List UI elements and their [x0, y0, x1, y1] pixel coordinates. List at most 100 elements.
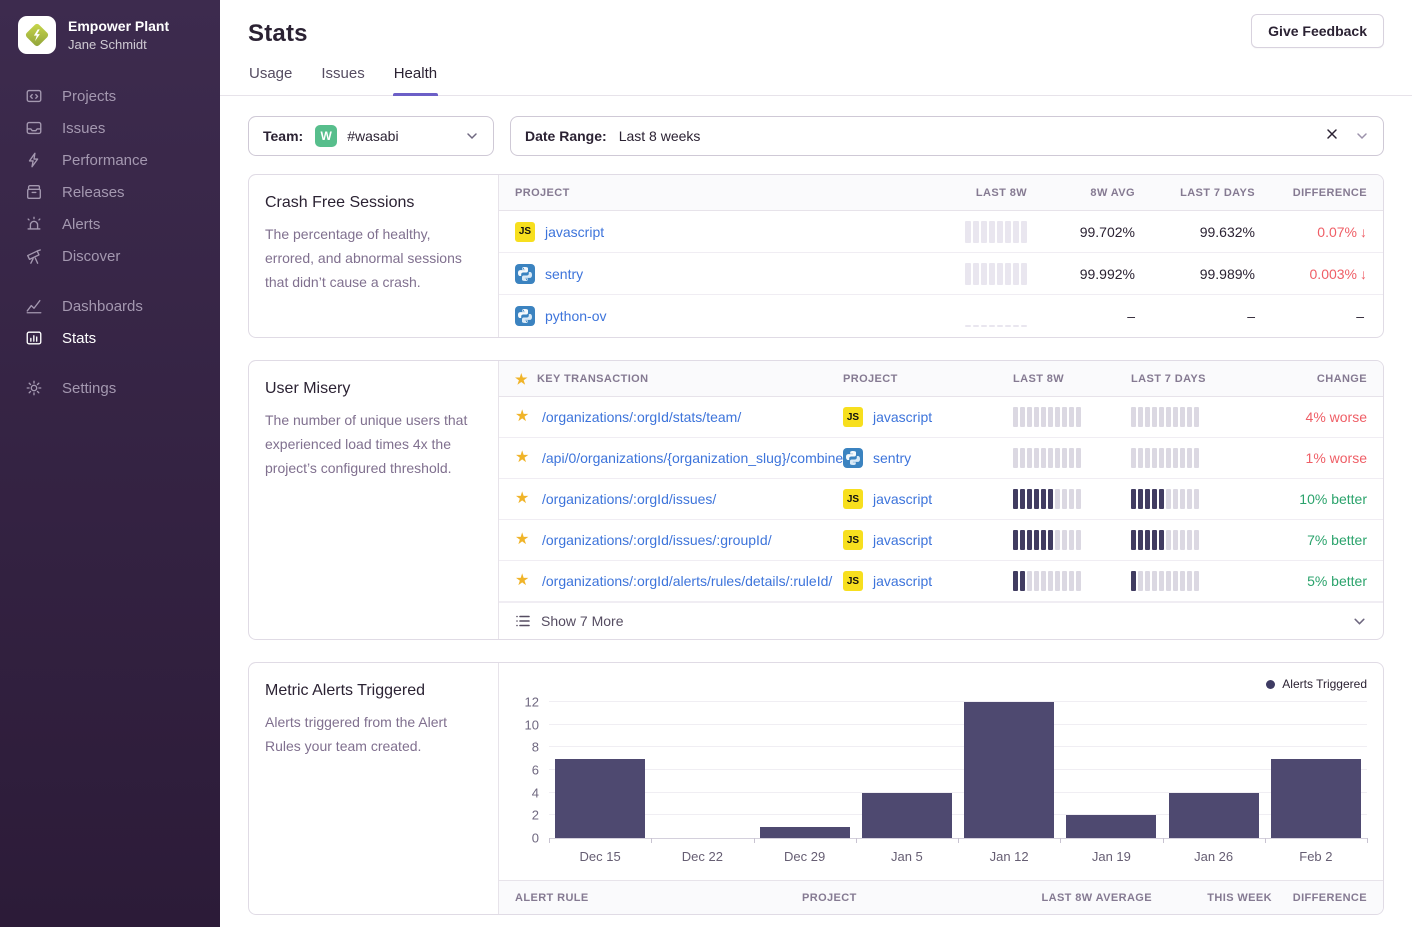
sidebar-item-releases[interactable]: Releases	[0, 176, 220, 208]
down-arrow-icon: ↓	[1360, 224, 1367, 240]
python-icon	[515, 306, 535, 326]
chart-bar[interactable]	[964, 702, 1054, 838]
sidebar-item-stats[interactable]: Stats	[0, 322, 220, 354]
key-transaction-star-icon[interactable]: ★	[515, 409, 529, 425]
key-transaction-star-icon[interactable]: ★	[515, 532, 529, 548]
key-transaction-star-icon[interactable]: ★	[515, 573, 529, 589]
chevron-down-icon	[1355, 129, 1369, 143]
misery-score-bar	[1131, 571, 1261, 591]
chart-bar[interactable]	[1066, 815, 1156, 838]
avg-8w-value: 99.702%	[1027, 224, 1135, 240]
project-link[interactable]: javascript	[545, 224, 604, 240]
javascript-icon: JS	[515, 222, 535, 242]
alert-rules-table-header: ALERT RULE PROJECT LAST 8W AVERAGE THIS …	[499, 880, 1383, 914]
tab-health[interactable]: Health	[393, 65, 438, 95]
project-link[interactable]: python-ov	[545, 308, 606, 324]
releases-icon	[25, 183, 43, 201]
chart-bar[interactable]	[1169, 793, 1259, 838]
list-icon	[515, 613, 531, 629]
column-header-project: PROJECT	[802, 892, 1002, 904]
table-row[interactable]: ★ /organizations/:orgId/issues/:groupId/…	[499, 520, 1383, 561]
project-link[interactable]: javascript	[873, 409, 932, 425]
project-link[interactable]: sentry	[545, 266, 583, 282]
tab-usage[interactable]: Usage	[248, 65, 293, 95]
table-row[interactable]: JS sentry 99.992% 99.989% 0.003%↓	[499, 253, 1383, 295]
key-transaction-star-icon[interactable]: ★	[515, 450, 529, 466]
last-7d-value: 99.989%	[1135, 266, 1255, 282]
table-row[interactable]: ★ /organizations/:orgId/issues/ JS javas…	[499, 479, 1383, 520]
project-link[interactable]: javascript	[873, 491, 932, 507]
chart-legend[interactable]: Alerts Triggered	[1266, 677, 1367, 691]
transaction-link[interactable]: /organizations/:orgId/stats/team/	[542, 409, 741, 425]
legend-label: Alerts Triggered	[1282, 677, 1367, 691]
difference-value: –	[1255, 308, 1367, 324]
sidebar-item-label: Issues	[62, 120, 105, 137]
chevron-down-icon	[1352, 614, 1367, 629]
chart-x-axis-label: Dec 29	[754, 849, 856, 864]
chart-bar[interactable]	[555, 759, 645, 838]
sidebar-item-label: Releases	[62, 184, 125, 201]
chart-bar[interactable]	[862, 793, 952, 838]
table-row[interactable]: JS python-ov – – –	[499, 295, 1383, 337]
project-link[interactable]: javascript	[873, 532, 932, 548]
sidebar-item-discover[interactable]: Discover	[0, 240, 220, 272]
chart-gridline	[549, 701, 1367, 702]
misery-score-bar	[1013, 571, 1131, 591]
sidebar-nav: Projects Issues Performance Releases Ale…	[0, 80, 220, 404]
misery-score-bar	[1013, 530, 1131, 550]
chart-plot-area: 024681012	[549, 703, 1367, 839]
column-header-this-week: THIS WEEK	[1152, 892, 1272, 904]
transaction-link[interactable]: /api/0/organizations/{organization_slug}…	[542, 450, 843, 466]
transaction-link[interactable]: /organizations/:orgId/issues/:groupId/	[542, 532, 772, 548]
nav-section-divider	[0, 272, 220, 290]
transaction-link[interactable]: /organizations/:orgId/alerts/rules/detai…	[542, 573, 832, 589]
table-row[interactable]: ★ /organizations/:orgId/alerts/rules/det…	[499, 561, 1383, 602]
project-link[interactable]: javascript	[873, 573, 932, 589]
sidebar-item-performance[interactable]: Performance	[0, 144, 220, 176]
show-more-button[interactable]: Show 7 More	[499, 602, 1383, 639]
chart-y-tick-label: 8	[532, 740, 539, 755]
sidebar-item-label: Discover	[62, 248, 120, 265]
sidebar-item-projects[interactable]: Projects	[0, 80, 220, 112]
issues-icon	[25, 119, 43, 137]
give-feedback-button[interactable]: Give Feedback	[1251, 14, 1384, 48]
panel-description: Crash Free Sessions The percentage of he…	[249, 175, 499, 337]
team-value: #wasabi	[347, 128, 465, 144]
transaction-link[interactable]: /organizations/:orgId/issues/	[542, 491, 716, 507]
team-avatar: W	[315, 125, 337, 147]
settings-gear-icon	[25, 379, 43, 397]
sidebar-item-label: Dashboards	[62, 298, 143, 315]
table-row[interactable]: ★ /api/0/organizations/{organization_slu…	[499, 438, 1383, 479]
project-link[interactable]: sentry	[873, 450, 911, 466]
javascript-icon: JS	[843, 407, 863, 427]
chart-bar[interactable]	[1271, 759, 1361, 838]
chart-bar-band	[754, 703, 856, 838]
chart-bar-band	[549, 703, 651, 838]
sidebar-item-alerts[interactable]: Alerts	[0, 208, 220, 240]
down-arrow-icon: ↓	[1360, 266, 1367, 282]
sidebar-item-dashboards[interactable]: Dashboards	[0, 290, 220, 322]
chart-bar[interactable]	[760, 827, 850, 838]
change-value: 10% better	[1261, 491, 1367, 507]
org-name: Empower Plant	[68, 18, 169, 35]
tab-issues[interactable]: Issues	[320, 65, 365, 95]
show-more-label: Show 7 More	[541, 613, 623, 629]
column-header-last7days: LAST 7 DAYS	[1131, 373, 1261, 385]
team-selector[interactable]: Team: W #wasabi	[248, 116, 494, 156]
chart-x-axis-label: Feb 2	[1265, 849, 1367, 864]
sidebar-item-issues[interactable]: Issues	[0, 112, 220, 144]
clear-date-icon[interactable]	[1325, 127, 1339, 145]
column-header-last8w: LAST 8W	[1013, 373, 1131, 385]
column-header-last8w-average: LAST 8W AVERAGE	[1002, 892, 1152, 904]
org-switcher[interactable]: Empower Plant Jane Schmidt	[0, 0, 220, 68]
sidebar-item-label: Performance	[62, 152, 148, 169]
table-row[interactable]: JS javascript 99.702% 99.632% 0.07%↓	[499, 211, 1383, 253]
misery-score-bar	[1013, 489, 1131, 509]
date-range-selector[interactable]: Date Range: Last 8 weeks	[510, 116, 1384, 156]
date-range-label: Date Range:	[525, 128, 607, 144]
chart-x-tick	[754, 838, 755, 843]
key-transaction-star-icon[interactable]: ★	[515, 491, 529, 507]
misery-score-bar	[1131, 530, 1261, 550]
table-row[interactable]: ★ /organizations/:orgId/stats/team/ JS j…	[499, 397, 1383, 438]
sidebar-item-settings[interactable]: Settings	[0, 372, 220, 404]
